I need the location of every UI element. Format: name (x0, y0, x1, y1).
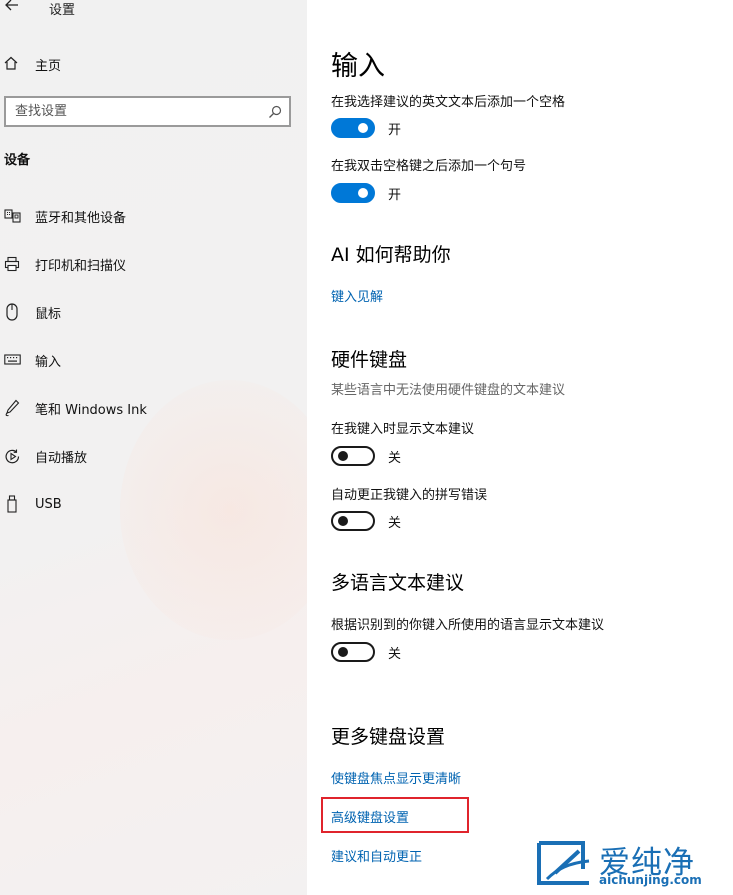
sidebar-item-printers[interactable]: 打印机和扫描仪 (0, 252, 300, 276)
sidebar: 设置 主页 设备 蓝牙和其他设备 (0, 0, 307, 895)
setting-label: 根据识别到的你键入所使用的语言显示文本建议 (331, 618, 605, 633)
suggestions-autocorrect-link[interactable]: 建议和自动更正 (331, 846, 422, 865)
highlight-box (321, 797, 469, 833)
setting-label: 在我键入时显示文本建议 (331, 422, 475, 437)
bluetooth-devices-icon (3, 207, 21, 225)
toggle-row: 关 (331, 641, 401, 663)
back-arrow-icon (5, 0, 18, 11)
section-description: 某些语言中无法使用硬件键盘的文本建议 (331, 383, 566, 398)
toggle-knob (338, 516, 348, 526)
setting-label: 在我选择建议的英文文本后添加一个空格 (331, 95, 566, 110)
title-bar: 设置 (0, 0, 307, 18)
search-icon[interactable] (268, 104, 282, 118)
toggle-knob (338, 451, 348, 461)
sidebar-item-typing[interactable]: 输入 (0, 348, 300, 372)
section-heading-ai: AI 如何帮助你 (331, 244, 451, 266)
section-heading-multilingual: 多语言文本建议 (331, 572, 465, 594)
toggle-row: 开 (331, 117, 401, 139)
autocorrect-toggle[interactable] (331, 511, 375, 531)
toggle-row: 关 (331, 445, 401, 467)
watermark-logo-icon (537, 841, 590, 885)
sidebar-item-label: 输入 (35, 354, 62, 370)
sidebar-item-bluetooth[interactable]: 蓝牙和其他设备 (0, 204, 300, 228)
home-nav-item[interactable]: 主页 (0, 52, 300, 76)
toggle-row: 开 (331, 182, 401, 204)
sidebar-item-label: 笔和 Windows Ink (35, 402, 147, 418)
back-button[interactable] (4, 0, 20, 15)
sidebar-item-label: 鼠标 (35, 306, 62, 322)
printer-icon (3, 255, 21, 273)
section-heading-hardware-keyboard: 硬件键盘 (331, 349, 408, 371)
sidebar-item-pen[interactable]: 笔和 Windows Ink (0, 396, 300, 420)
sidebar-item-usb[interactable]: USB (0, 492, 300, 516)
add-period-toggle[interactable] (331, 183, 375, 203)
search-box[interactable] (4, 96, 291, 127)
home-icon (3, 55, 21, 73)
sidebar-item-mouse[interactable]: 鼠标 (0, 300, 300, 324)
watermark: 爱纯净 aichunjing.com (535, 839, 727, 891)
sidebar-item-label: USB (35, 496, 62, 512)
toggle-state-label: 开 (388, 122, 402, 138)
typing-insights-link[interactable]: 键入见解 (331, 286, 383, 305)
main-content: 输入 在我选择建议的英文文本后添加一个空格 开 在我双击空格键之后添加一个句号 … (307, 0, 733, 895)
sidebar-item-autoplay[interactable]: 自动播放 (0, 444, 300, 468)
watermark-url: aichunjing.com (599, 873, 702, 887)
toggle-knob (358, 188, 368, 198)
setting-label: 在我双击空格键之后添加一个句号 (331, 159, 527, 174)
keyboard-focus-link[interactable]: 使键盘焦点显示更清晰 (331, 768, 461, 787)
show-text-suggestions-toggle[interactable] (331, 446, 375, 466)
toggle-state-label: 关 (388, 450, 402, 466)
toggle-state-label: 开 (388, 187, 402, 203)
search-input[interactable] (6, 98, 289, 125)
home-label: 主页 (35, 58, 62, 74)
section-heading-more-keyboard: 更多键盘设置 (331, 726, 446, 748)
app-title: 设置 (49, 3, 76, 18)
add-space-toggle[interactable] (331, 118, 375, 138)
toggle-knob (358, 123, 368, 133)
section-label-devices: 设备 (4, 153, 31, 168)
sidebar-item-label: 自动播放 (35, 450, 88, 466)
toggle-row: 关 (331, 510, 401, 532)
multilingual-suggestions-toggle[interactable] (331, 642, 375, 662)
mouse-icon (3, 303, 21, 321)
sidebar-item-label: 打印机和扫描仪 (35, 258, 127, 274)
pen-icon (3, 399, 21, 417)
autoplay-icon (3, 447, 21, 465)
toggle-state-label: 关 (388, 646, 402, 662)
setting-label: 自动更正我键入的拼写错误 (331, 488, 488, 503)
usb-icon (3, 495, 21, 513)
page-title: 输入 (331, 51, 385, 82)
keyboard-icon (3, 351, 21, 369)
sidebar-item-label: 蓝牙和其他设备 (35, 210, 127, 226)
toggle-knob (338, 647, 348, 657)
toggle-state-label: 关 (388, 515, 402, 531)
